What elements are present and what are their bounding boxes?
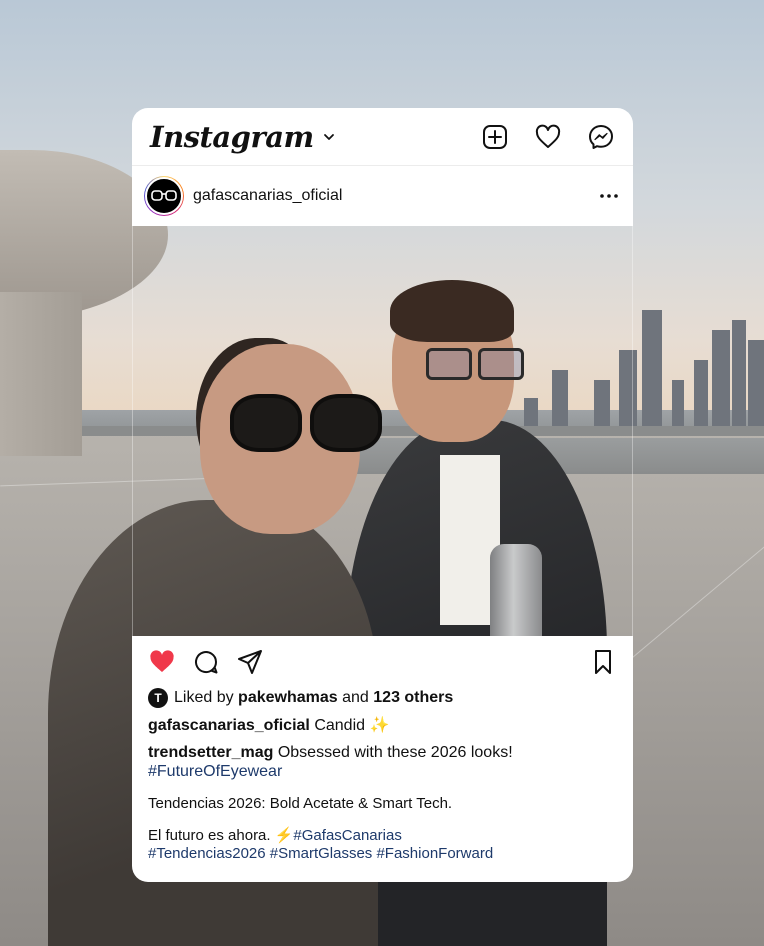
caption-username[interactable]: gafascanarias_oficial	[148, 717, 310, 734]
liker-username[interactable]: pakewhamas	[238, 689, 338, 707]
caption-text: Candid ✨	[314, 717, 390, 734]
likes-prefix: Liked by	[174, 689, 234, 706]
sunglasses-icon	[151, 190, 177, 201]
post-details-card: T Liked by pakewhamas and 123 others gaf…	[132, 636, 633, 882]
comment-username[interactable]: trendsetter_mag	[148, 744, 273, 761]
body-line-2: El futuro es ahora. ⚡#GafasCanarias #Ten…	[148, 827, 617, 863]
avatar[interactable]	[144, 176, 184, 216]
heart-filled-icon[interactable]	[148, 648, 176, 676]
chevron-down-icon[interactable]	[322, 130, 336, 144]
body-line-2-text: El futuro es ahora. ⚡	[148, 827, 294, 844]
liker-avatar: T	[148, 688, 168, 708]
caption: gafascanarias_oficial Candid ✨	[148, 716, 617, 735]
likes-summary[interactable]: T Liked by pakewhamas and 123 others	[148, 688, 617, 708]
likes-and: and	[342, 689, 369, 706]
share-icon[interactable]	[236, 648, 264, 676]
comment-icon[interactable]	[192, 648, 220, 676]
instagram-header-card: Instagram gafascanarias_oficial	[132, 108, 633, 226]
likes-others[interactable]: 123 others	[373, 689, 453, 707]
heart-icon[interactable]	[534, 123, 562, 151]
hashtag-link[interactable]: #GafasCanarias	[293, 827, 401, 844]
comment: trendsetter_mag Obsessed with these 2026…	[148, 743, 617, 781]
post-username[interactable]: gafascanarias_oficial	[193, 187, 342, 205]
post-author-row: gafascanarias_oficial	[132, 166, 633, 226]
instagram-logo[interactable]: Instagram	[150, 120, 314, 154]
post-actions	[148, 636, 617, 688]
app-header: Instagram	[132, 108, 633, 166]
bookmark-icon[interactable]	[589, 648, 617, 676]
comment-text: Obsessed with these 2026 looks!	[277, 744, 513, 761]
post-image-area[interactable]	[132, 226, 633, 636]
more-options-icon[interactable]	[597, 184, 621, 208]
hashtag-links[interactable]: #Tendencias2026 #SmartGlasses #FashionFo…	[148, 845, 493, 862]
concrete-column	[0, 292, 82, 456]
body-line-1: Tendencias 2026: Bold Acetate & Smart Te…	[148, 795, 453, 812]
hashtag-link[interactable]: #FutureOfEyewear	[148, 763, 282, 780]
messenger-icon[interactable]	[587, 123, 615, 151]
new-post-icon[interactable]	[481, 123, 509, 151]
